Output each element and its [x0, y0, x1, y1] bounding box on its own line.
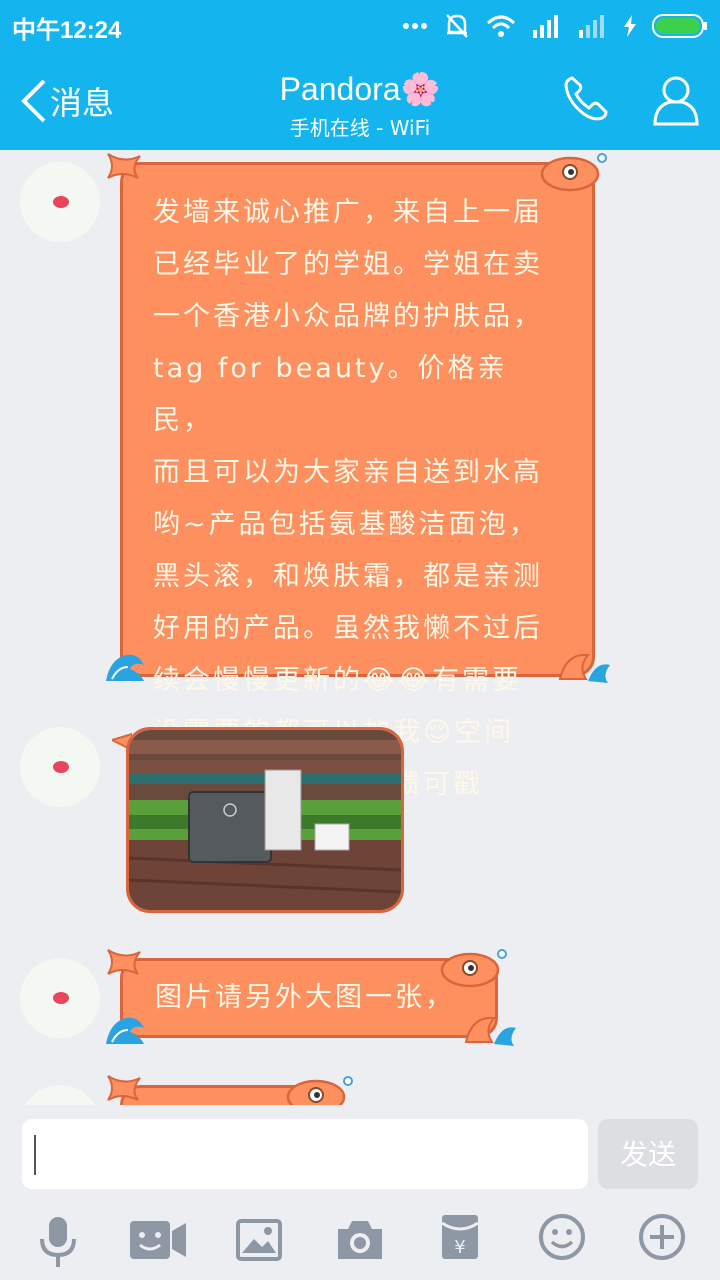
wave-decoration-icon: [106, 654, 144, 681]
camera-icon[interactable]: [336, 1217, 384, 1261]
input-bar: 发送: [0, 1105, 720, 1205]
battery-icon: [652, 14, 707, 38]
message-line: 哟~产品包括氨基酸洁面泡，: [153, 509, 539, 540]
sender-avatar[interactable]: [20, 727, 100, 807]
message-line: 而且可以为大家亲自送到水高: [153, 457, 543, 488]
send-button[interactable]: 发送: [598, 1119, 698, 1189]
mute-bell-icon: [446, 14, 468, 38]
contact-profile-icon[interactable]: [652, 74, 700, 126]
contact-status: 手机在线 - WiFi: [289, 116, 431, 140]
chat-header: 消息 Pandora🌸 手机在线 - WiFi: [0, 50, 720, 150]
red-packet-icon[interactable]: ¥: [440, 1213, 480, 1261]
wave-decoration-icon: [106, 1017, 144, 1044]
fish-tail-icon: [107, 153, 141, 179]
plus-icon[interactable]: [638, 1213, 686, 1261]
charging-icon: [624, 15, 636, 37]
fish-decoration-icon: [286, 1076, 353, 1105]
image-icon[interactable]: [236, 1219, 282, 1261]
video-icon[interactable]: [128, 1219, 188, 1261]
message-text: 图片请另外大图一张，: [155, 982, 455, 1013]
emoji-icon[interactable]: [538, 1213, 586, 1261]
message-line: tag for beauty。价格亲民，: [153, 353, 508, 436]
more-dots-icon: [403, 23, 427, 29]
message-input[interactable]: [22, 1119, 588, 1189]
message-line: 好用的产品。虽然我懒不过后: [153, 613, 543, 644]
product-photo: [129, 730, 401, 910]
chat-area[interactable]: 发墙来诚心推广，来自上一届 已经毕业了的学姐。学姐在卖 一个香港小众品牌的护肤品…: [0, 150, 720, 1105]
message-line: 续会慢慢更新的😂😂有需要: [153, 665, 523, 696]
sender-avatar[interactable]: [20, 1085, 100, 1105]
contact-name: Pandora🌸: [279, 71, 441, 107]
signal-icon: [533, 15, 558, 38]
message-line: 发墙来诚心推广，来自上一届: [153, 197, 543, 228]
message-line: 一个香港小众品牌的护肤品，: [153, 301, 543, 332]
signal-weak-icon: [579, 15, 604, 38]
wifi-icon: [486, 15, 516, 37]
sender-avatar[interactable]: [20, 958, 100, 1038]
fish-tail-icon: [107, 1075, 141, 1101]
fish-fin-icon: [558, 653, 610, 683]
svg-text:¥: ¥: [454, 1237, 465, 1258]
microphone-icon[interactable]: [36, 1215, 80, 1269]
fish-fin-icon: [464, 1016, 516, 1046]
text-cursor: [34, 1135, 36, 1175]
status-icons: [402, 12, 708, 40]
fish-decoration-icon: [440, 949, 507, 988]
message-line: 已经毕业了的学姐。学姐在卖: [153, 249, 543, 280]
status-time: 中午12:24: [12, 17, 122, 44]
status-bar: 中午12:24: [0, 0, 720, 50]
message-image[interactable]: [126, 727, 404, 913]
message-bubble[interactable]: 发墙来诚心推广，来自上一届 已经毕业了的学姐。学姐在卖 一个香港小众品牌的护肤品…: [120, 162, 595, 800]
phone-call-icon[interactable]: [562, 74, 610, 124]
sender-avatar[interactable]: [20, 162, 100, 242]
fish-decoration-icon: [540, 153, 607, 192]
fish-tail-icon: [107, 949, 141, 975]
message-line: 黑头滚，和焕肤霜，都是亲测: [153, 561, 543, 592]
chat-toolbar: ¥: [0, 1205, 720, 1280]
